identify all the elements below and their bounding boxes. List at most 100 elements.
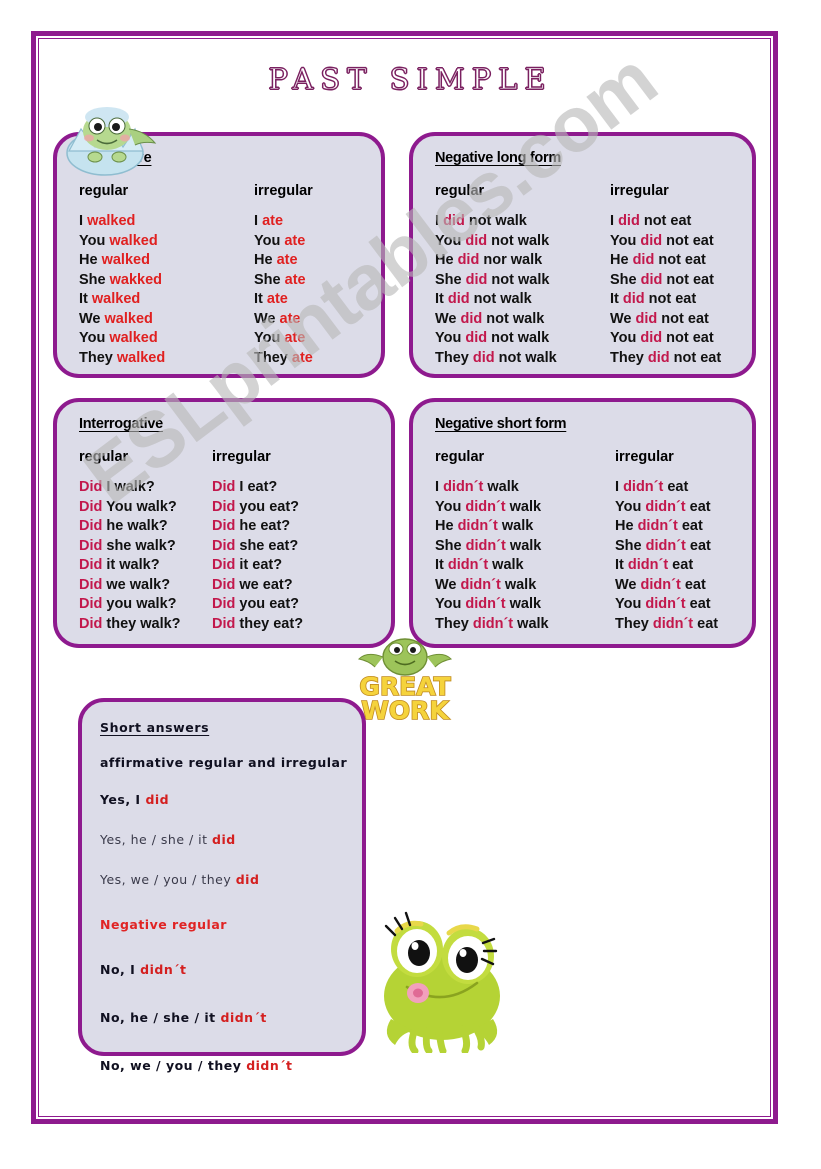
- subject: I: [615, 479, 624, 495]
- auxiliary: Did: [212, 479, 236, 495]
- conjugation-line: I walked: [79, 212, 254, 232]
- rest: we walk?: [102, 576, 171, 593]
- conjugation-line: Did I walk?: [79, 478, 212, 498]
- rest: not eat: [669, 349, 722, 366]
- auxiliary: did: [465, 232, 488, 249]
- rest: I walk?: [102, 479, 155, 495]
- auxiliary: did: [640, 271, 663, 288]
- conjugation-line: He ate: [254, 251, 313, 271]
- verb: walked: [109, 330, 158, 346]
- answer-accent: didn´t: [220, 1010, 267, 1025]
- subject: You: [435, 232, 466, 249]
- conjugation-line: Did you walk?: [79, 595, 212, 615]
- subject: She: [435, 537, 466, 554]
- subject: You: [254, 232, 285, 249]
- subject: It: [615, 557, 628, 573]
- conjugation-line: They did not eat: [610, 349, 721, 369]
- auxiliary: did: [457, 252, 480, 268]
- conjugation-line: She didn´t eat: [615, 537, 718, 557]
- auxiliary: didn´t: [645, 498, 686, 515]
- conjugation-line: It walked: [79, 290, 254, 310]
- conjugation-line: You didn´t eat: [615, 595, 718, 615]
- rest: eat: [693, 615, 719, 632]
- auxiliary: did: [465, 271, 488, 288]
- verb: walked: [116, 349, 166, 366]
- subject: She: [610, 271, 641, 288]
- subject: She: [79, 271, 110, 288]
- affirmative-column-headers: regular irregular: [79, 183, 381, 199]
- subject: He: [435, 518, 458, 534]
- subject: You: [435, 330, 466, 346]
- auxiliary: did: [622, 291, 645, 307]
- subject: We: [610, 310, 636, 327]
- column-header-regular: regular: [79, 449, 129, 465]
- verb: walked: [101, 252, 150, 268]
- rest: eat: [663, 479, 689, 495]
- short-answers-subheading: affirmative regular and irregular: [100, 755, 348, 770]
- conjugation-line: I did not walk: [435, 212, 610, 232]
- conjugation-line: We walked: [79, 310, 254, 330]
- interrogative-column-headers: regular irregular: [79, 449, 391, 465]
- conjugation-line: They walked: [79, 349, 254, 369]
- interrogative-irregular-list: Did I eat? Did you eat? Did he eat? Did she…: [212, 478, 303, 634]
- rest: not walk: [487, 271, 550, 288]
- rest: You walk?: [102, 498, 177, 515]
- rest: it walk?: [102, 557, 160, 573]
- rest: we eat?: [235, 576, 293, 593]
- rest: not eat: [662, 330, 714, 346]
- rest: not eat: [662, 232, 714, 249]
- answer-text: Yes, we / you / they: [100, 872, 236, 887]
- conjugation-line: You walked: [79, 232, 254, 252]
- conjugation-line: You didn´t eat: [615, 498, 718, 518]
- auxiliary: did: [635, 310, 658, 327]
- rest: walk: [488, 557, 524, 573]
- rest: not eat: [644, 291, 697, 307]
- subject: I: [79, 213, 88, 229]
- verb: ate: [284, 271, 306, 288]
- answer-text: No, we / you / they: [100, 1058, 247, 1073]
- conjugation-line: He did nor walk: [435, 251, 610, 271]
- subject: I: [254, 213, 263, 229]
- answer-text: No, he / she / it: [100, 1010, 221, 1025]
- verb: walked: [91, 291, 141, 307]
- conjugation-line: She wakked: [79, 271, 254, 291]
- subject: It: [254, 291, 267, 307]
- verb: walked: [104, 310, 153, 327]
- affirmative-regular-list: I walked You walked He walked She wakked It …: [79, 212, 254, 368]
- interrogative-lists: Did I walk? Did You walk? Did he walk? Did …: [79, 478, 391, 634]
- auxiliary: Did: [79, 537, 103, 554]
- verb: ate: [291, 349, 313, 366]
- rest: she walk?: [102, 537, 176, 554]
- answer-accent: didn´t: [246, 1058, 293, 1073]
- interrogative-title: Interrogative: [79, 416, 163, 432]
- subject: It: [610, 291, 623, 307]
- auxiliary: Did: [212, 615, 236, 632]
- auxiliary: did: [647, 349, 670, 366]
- subject: They: [610, 349, 648, 366]
- short-answer-line: Yes, I did: [100, 792, 362, 807]
- rest: walk: [505, 537, 542, 554]
- conjugation-line: I didn´t eat: [615, 478, 718, 498]
- column-header-regular: regular: [435, 449, 485, 465]
- verb: ate: [279, 310, 301, 327]
- verb: walked: [87, 213, 136, 229]
- interrogative-box: Interrogative regular irregular Did I wa…: [53, 398, 395, 648]
- subject: I: [435, 479, 444, 495]
- rest: walk: [505, 498, 542, 515]
- short-answers-box: Short answers affirmative regular and ir…: [78, 698, 366, 1073]
- verb: ate: [284, 232, 306, 249]
- subject: We: [435, 310, 461, 327]
- interrogative-regular-list: Did I walk? Did You walk? Did he walk? Did …: [79, 478, 212, 634]
- conjugation-line: We did not walk: [435, 310, 610, 330]
- auxiliary: did: [443, 213, 465, 229]
- auxiliary: didn´t: [627, 557, 669, 573]
- subject: She: [615, 537, 646, 554]
- subject: They: [435, 615, 473, 632]
- conjugation-line: Did she eat?: [212, 537, 303, 557]
- rest: not eat: [657, 310, 709, 327]
- subject: I: [435, 213, 444, 229]
- subject: You: [610, 232, 641, 249]
- conjugation-line: We ate: [254, 310, 313, 330]
- conjugation-line: You didn´t walk: [435, 498, 615, 518]
- conjugation-line: They did not walk: [435, 349, 610, 369]
